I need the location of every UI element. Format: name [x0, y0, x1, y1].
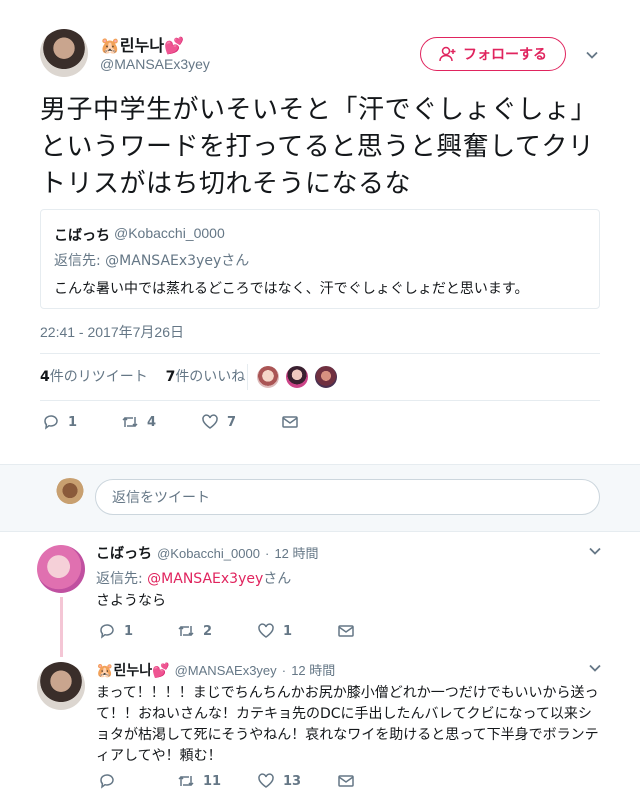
like-icon	[202, 414, 218, 429]
like-button[interactable]: 1	[257, 622, 292, 640]
reply-author-name[interactable]: こばっち	[96, 546, 152, 562]
retweet-button[interactable]: 2	[177, 622, 212, 640]
retweet-button[interactable]: 4	[121, 413, 156, 431]
retweets-stat[interactable]: 4件のリツイート	[40, 369, 148, 385]
direct-message-button[interactable]	[281, 413, 299, 431]
like-icon	[258, 623, 274, 638]
reply-time[interactable]: 12 時間	[291, 663, 335, 678]
tweet-text: 男子中学生がいそいそと「汗でぐしょぐしょ」というワードを打ってると思うと興奮して…	[40, 95, 598, 199]
like-icon	[258, 773, 274, 788]
direct-message-button[interactable]	[337, 622, 355, 640]
stats-separator	[247, 364, 248, 390]
retweet-icon	[122, 416, 138, 428]
add-user-icon	[439, 46, 456, 62]
retweet-button[interactable]: 11	[177, 772, 221, 790]
reply-button[interactable]: 1	[42, 413, 77, 431]
message-icon	[338, 775, 354, 787]
follow-label: フォローする	[463, 47, 547, 63]
reply-button[interactable]: 1	[98, 622, 133, 640]
divider	[40, 400, 600, 401]
message-icon	[338, 625, 354, 637]
current-user-avatar	[52, 478, 88, 514]
divider	[40, 353, 600, 354]
reply-input[interactable]: 返信をツイート	[95, 479, 600, 515]
reply-header: こばっち @Kobacchi_0000 · 12 時間	[96, 546, 319, 562]
reply-header: 🐹린누나💕 @MANSAEx3yey · 12 時間	[96, 663, 336, 679]
reply-author-handle[interactable]: @MANSAEx3yey	[175, 663, 277, 678]
tweet-timestamp[interactable]: 22:41 - 2017年7月26日	[40, 322, 184, 342]
author-heart: 💕	[164, 36, 185, 55]
reply-author-emoji: 🐹	[96, 663, 114, 679]
author-handle[interactable]: @MANSAEx3yey	[100, 56, 210, 72]
replying-to: 返信先: @MANSAEx3yeyさん	[96, 571, 292, 587]
quote-author-name: こばっち	[54, 228, 110, 244]
retweet-icon	[178, 625, 194, 637]
likes-stat[interactable]: 7件のいいね	[166, 369, 246, 385]
reply-author-name[interactable]: 린누나	[113, 663, 152, 679]
reply-time[interactable]: 12 時間	[274, 546, 318, 561]
author-name: 린누나	[119, 36, 165, 55]
quoted-tweet[interactable]: こばっち @Kobacchi_0000 返信先: @MANSAEx3yeyさん …	[40, 209, 600, 309]
like-button[interactable]: 7	[201, 413, 236, 431]
thread-line	[60, 597, 63, 657]
direct-message-button[interactable]	[337, 772, 355, 790]
reply-button[interactable]	[98, 772, 124, 790]
author-emoji: 🐹	[100, 36, 120, 55]
replying-to-link[interactable]: @MANSAEx3yey	[147, 571, 263, 587]
reply-author-heart: 💕	[152, 663, 170, 679]
reply-icon	[100, 774, 114, 789]
chevron-down-icon[interactable]	[588, 661, 602, 675]
chevron-down-icon[interactable]	[585, 48, 599, 62]
reply-avatar[interactable]	[37, 545, 85, 593]
reply-icon	[100, 624, 114, 639]
follow-button[interactable]: フォローする	[420, 37, 566, 71]
reply-avatar[interactable]	[37, 662, 85, 710]
quote-author-handle: @Kobacchi_0000	[114, 225, 225, 241]
liker-avatar[interactable]	[314, 365, 338, 389]
chevron-down-icon[interactable]	[588, 544, 602, 558]
engagement-stats: 4件のリツイート 7件のいいね	[40, 366, 245, 386]
author-name-block[interactable]: 🐹린누나💕	[100, 32, 184, 56]
quote-text: こんな暑い中では蒸れるどころではなく、汗でぐしょぐしょだと思います。	[54, 281, 529, 297]
retweet-icon	[178, 775, 194, 787]
message-icon	[282, 416, 298, 428]
reply-icon	[44, 415, 58, 430]
author-avatar[interactable]	[40, 29, 88, 77]
liker-avatar[interactable]	[285, 365, 309, 389]
liker-avatar[interactable]	[256, 365, 280, 389]
reply-text: まって！！！！まじでちんちんかお尻か膝小僧どれか一つだけでもいいから送っ て！！…	[96, 685, 599, 764]
like-button[interactable]: 13	[257, 772, 301, 790]
reply-text: さようなら	[96, 593, 166, 609]
quote-replying-to: 返信先: @MANSAEx3yeyさん	[54, 253, 250, 269]
reply-author-handle[interactable]: @Kobacchi_0000	[157, 546, 260, 561]
